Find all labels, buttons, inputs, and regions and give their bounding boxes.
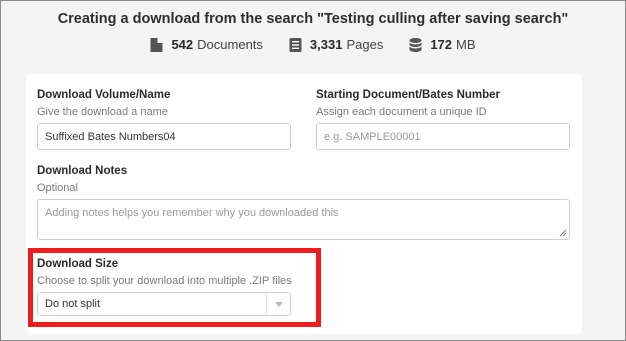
download-size-label: Download Size <box>37 258 119 270</box>
select-arrow[interactable] <box>266 293 290 315</box>
bates-number-input[interactable] <box>316 123 570 150</box>
volume-label: Download Volume/Name <box>37 89 171 101</box>
resize-handle-icon[interactable] <box>559 229 567 237</box>
bates-label: Starting Document/Bates Number <box>316 89 501 101</box>
chevron-down-icon <box>274 301 283 307</box>
database-icon <box>409 37 422 52</box>
pages-count: 3,331 <box>309 37 343 52</box>
download-form-card: Download Volume/Name Give the download a… <box>26 74 582 334</box>
size-stat: 172 MB <box>409 37 476 52</box>
document-icon <box>150 37 163 52</box>
pages-stat: 3,331 Pages <box>289 37 383 52</box>
download-stats: 542 Documents 3,331 Pages 172 MB <box>1 37 625 52</box>
download-size-selected: Do not split <box>45 298 101 310</box>
notes-hint: Optional <box>37 182 78 194</box>
bates-hint: Assign each document a unique ID <box>316 106 487 118</box>
documents-stat: 542 Documents <box>150 37 263 52</box>
size-unit: MB <box>456 37 476 52</box>
download-size-select[interactable]: Do not split <box>37 292 291 316</box>
volume-name-input[interactable] <box>37 123 291 150</box>
documents-count: 542 <box>171 37 194 52</box>
documents-label: Documents <box>197 37 263 52</box>
notes-textarea[interactable] <box>37 199 570 240</box>
volume-hint: Give the download a name <box>37 106 168 118</box>
pages-label: Pages <box>346 37 384 52</box>
page-title: Creating a download from the search "Tes… <box>57 11 569 27</box>
download-size-hint: Choose to split your download into multi… <box>37 275 292 287</box>
notes-label: Download Notes <box>37 165 128 177</box>
pages-icon <box>289 37 302 52</box>
size-value: 172 <box>430 37 453 52</box>
